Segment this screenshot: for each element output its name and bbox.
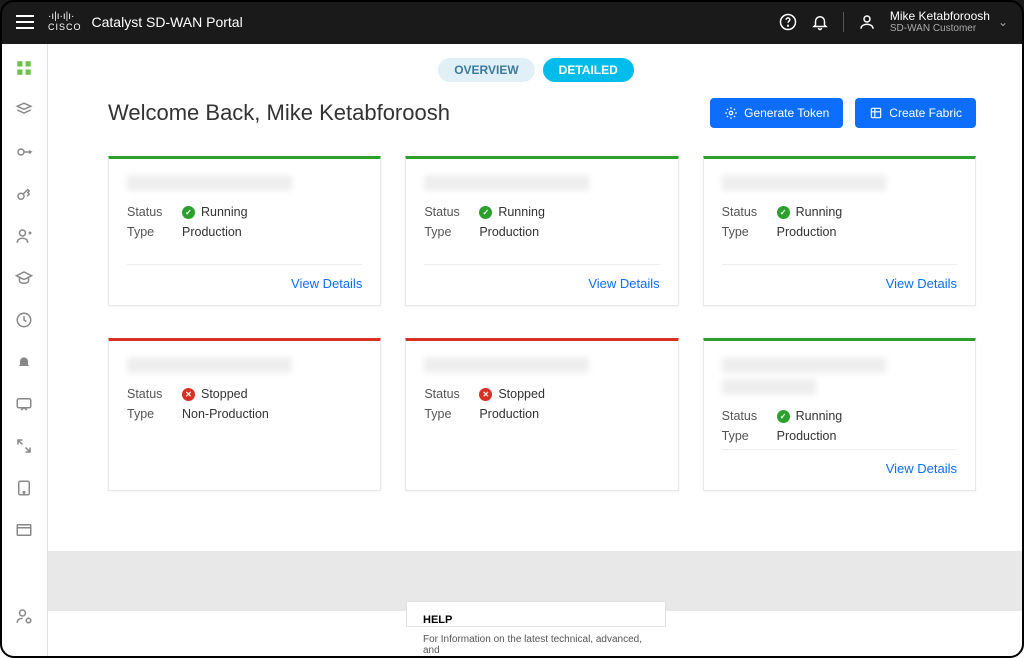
status-dot-icon: ✕ xyxy=(479,388,492,401)
status-value: Running xyxy=(201,205,248,219)
bell-icon[interactable] xyxy=(811,13,829,31)
status-label: Status xyxy=(722,409,777,423)
nav-layers-icon[interactable] xyxy=(8,96,40,124)
type-value: Non-Production xyxy=(182,407,269,421)
fabric-name-redacted xyxy=(127,357,292,373)
type-value: Production xyxy=(182,225,242,239)
type-label: Type xyxy=(722,225,777,239)
help-body: For Information on the latest technical,… xyxy=(423,634,649,656)
type-label: Type xyxy=(424,225,479,239)
status-value: Stopped xyxy=(201,387,248,401)
menu-icon[interactable] xyxy=(16,15,34,29)
nav-bell2-icon[interactable] xyxy=(8,348,40,376)
status-value: Running xyxy=(796,409,843,423)
type-label: Type xyxy=(424,407,479,421)
status-value: Running xyxy=(498,205,545,219)
fabric-name-redacted xyxy=(424,175,589,191)
status-value: Stopped xyxy=(498,387,545,401)
view-details-link[interactable]: View Details xyxy=(886,276,957,291)
side-nav xyxy=(0,44,48,658)
type-value: Production xyxy=(479,407,539,421)
tab-detailed[interactable]: DETAILED xyxy=(543,58,634,82)
help-icon[interactable] xyxy=(779,13,797,31)
help-panel: HELP For Information on the latest techn… xyxy=(406,601,666,627)
nav-education-icon[interactable] xyxy=(8,264,40,292)
fabric-card: Status✓ Running TypeProduction View Details xyxy=(108,156,381,306)
chevron-down-icon: ⌄ xyxy=(998,15,1008,29)
view-tabs: OVERVIEW DETAILED xyxy=(48,44,1024,90)
status-dot-icon: ✓ xyxy=(182,206,195,219)
top-bar: ·ı|ı·ı|ı· CISCO Catalyst SD-WAN Portal M… xyxy=(0,0,1024,44)
fabric-grid: Status✓RunningTypeProductionView Details… xyxy=(108,156,976,491)
user-role-label: SD-WAN Customer xyxy=(890,23,990,34)
fabric-card: Status✓ Running TypeProduction View Details xyxy=(703,338,976,491)
footer-strip: HELP For Information on the latest techn… xyxy=(48,551,1024,611)
fabric-name-redacted xyxy=(127,175,292,191)
fabric-name-redacted xyxy=(722,357,887,373)
type-value: Production xyxy=(777,429,837,443)
nav-clock-icon[interactable] xyxy=(8,306,40,334)
status-label: Status xyxy=(127,387,182,401)
create-fabric-button[interactable]: Create Fabric xyxy=(855,98,976,128)
cisco-logo: ·ı|ı·ı|ı· CISCO xyxy=(48,12,82,32)
status-dot-icon: ✓ xyxy=(777,206,790,219)
view-details-link[interactable]: View Details xyxy=(291,276,362,291)
status-label: Status xyxy=(424,387,479,401)
status-dot-icon: ✕ xyxy=(182,388,195,401)
nav-key-icon[interactable] xyxy=(8,138,40,166)
fabric-name-redacted xyxy=(424,357,589,373)
fabric-card: Status✕ Stopped TypeNon-Production xyxy=(108,338,381,491)
type-value: Production xyxy=(777,225,837,239)
status-label: Status xyxy=(127,205,182,219)
nav-resize-icon[interactable] xyxy=(8,432,40,460)
type-label: Type xyxy=(722,429,777,443)
status-dot-icon: ✓ xyxy=(479,206,492,219)
fabric-card: Status✓ Running TypeProduction View Details xyxy=(703,156,976,306)
nav-chat-icon[interactable] xyxy=(8,390,40,418)
portal-title: Catalyst SD-WAN Portal xyxy=(92,14,243,30)
divider xyxy=(843,12,844,32)
status-label: Status xyxy=(722,205,777,219)
nav-user-settings-icon[interactable] xyxy=(8,602,40,630)
fabric-card: Status✓ Running TypeProduction View Details xyxy=(405,156,678,306)
create-fabric-label: Create Fabric xyxy=(889,106,962,120)
status-dot-icon: ✓ xyxy=(777,410,790,423)
status-label: Status xyxy=(424,205,479,219)
type-value: Production xyxy=(479,225,539,239)
user-name-label: Mike Ketabforoosh xyxy=(890,10,990,23)
welcome-heading: Welcome Back, Mike Ketabforoosh xyxy=(108,100,450,126)
user-menu[interactable]: Mike Ketabforoosh SD-WAN Customer ⌄ xyxy=(890,10,1008,34)
type-label: Type xyxy=(127,407,182,421)
view-details-link[interactable]: View Details xyxy=(588,276,659,291)
nav-key2-icon[interactable] xyxy=(8,180,40,208)
nav-user-add-icon[interactable] xyxy=(8,222,40,250)
nav-dashboard-icon[interactable] xyxy=(8,54,40,82)
main-area: OVERVIEW DETAILED Welcome Back, Mike Ket… xyxy=(48,44,1024,658)
fabric-card: Status✕ Stopped TypeProduction xyxy=(405,338,678,491)
type-label: Type xyxy=(127,225,182,239)
help-title: HELP xyxy=(423,614,649,626)
tab-overview[interactable]: OVERVIEW xyxy=(438,58,534,82)
nav-tablet-icon[interactable] xyxy=(8,474,40,502)
view-details-link[interactable]: View Details xyxy=(886,461,957,476)
generate-token-button[interactable]: Generate Token xyxy=(710,98,843,128)
generate-token-label: Generate Token xyxy=(744,106,829,120)
fabric-name-redacted xyxy=(722,175,887,191)
user-icon[interactable] xyxy=(858,13,876,31)
status-value: Running xyxy=(796,205,843,219)
nav-window-icon[interactable] xyxy=(8,516,40,544)
